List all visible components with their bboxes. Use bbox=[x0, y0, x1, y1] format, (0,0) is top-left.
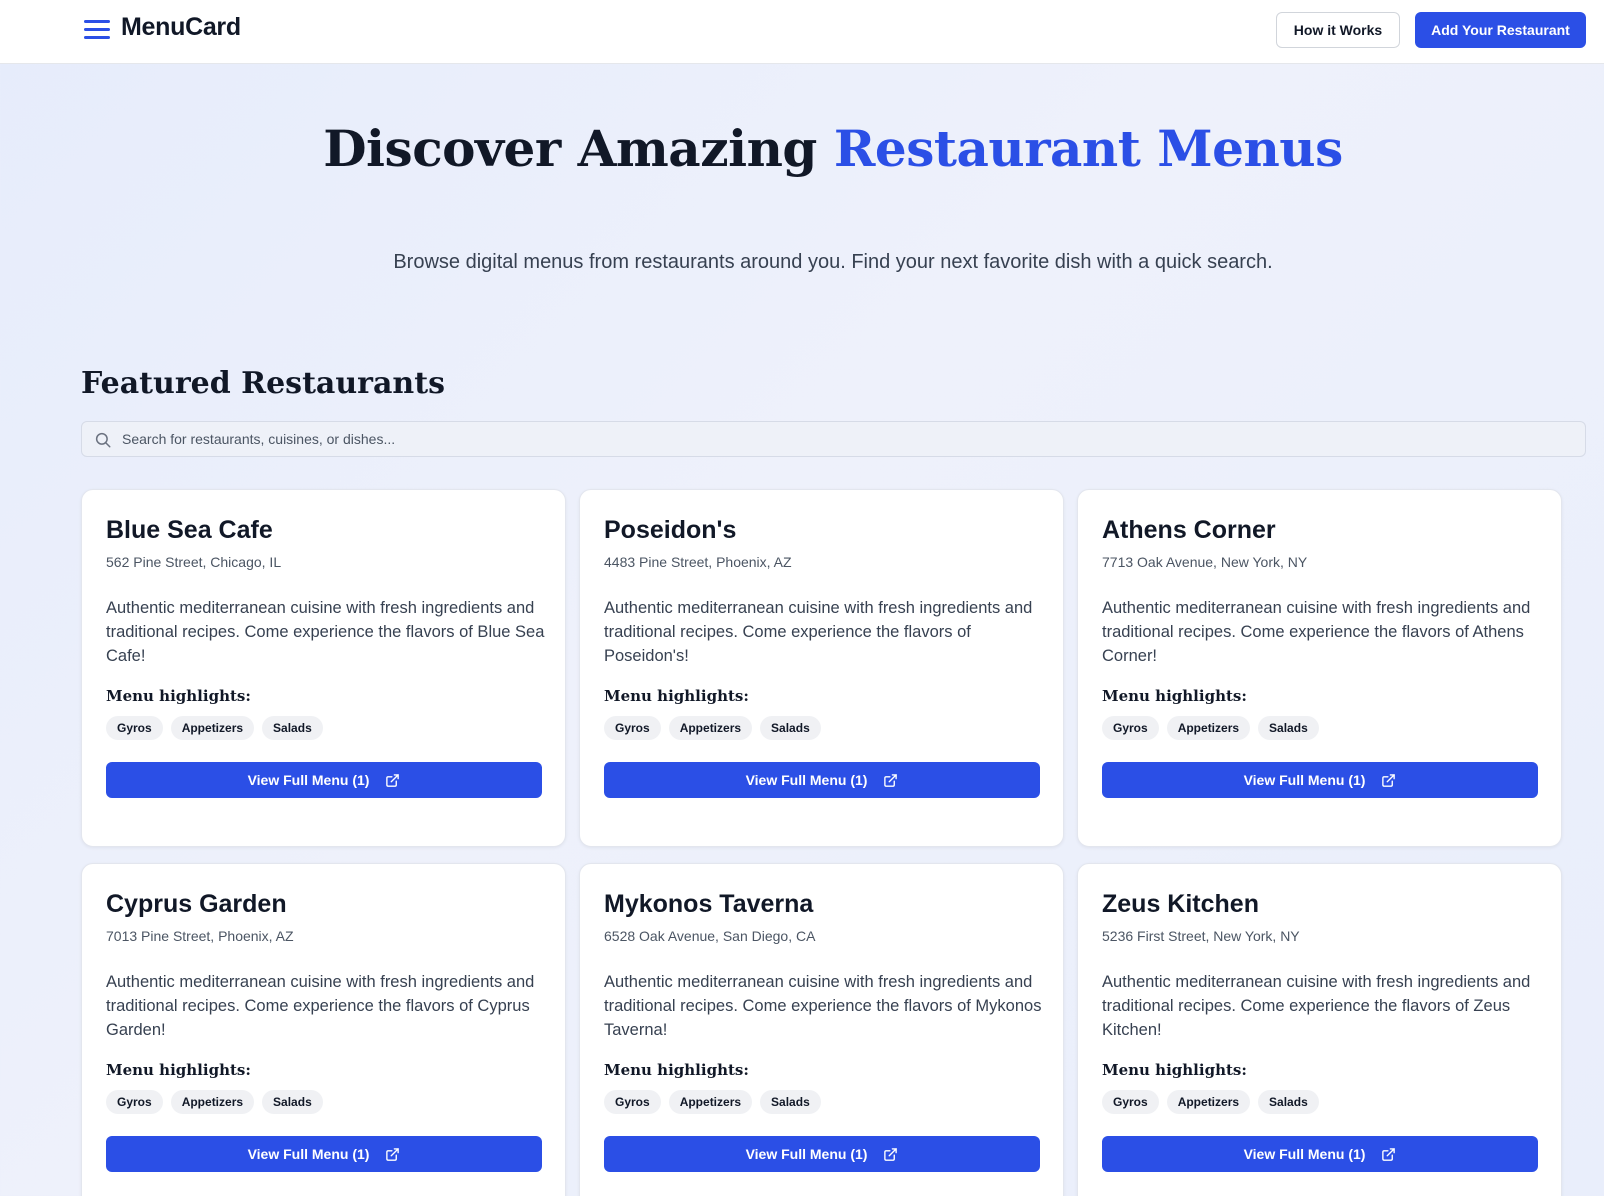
restaurant-card: Zeus Kitchen 5236 First Street, New York… bbox=[1077, 863, 1562, 1196]
view-full-menu-button[interactable]: View Full Menu (1) bbox=[1102, 762, 1538, 798]
highlight-chip: Salads bbox=[262, 1090, 323, 1114]
hamburger-menu-icon[interactable] bbox=[84, 19, 110, 41]
hero-title: Discover Amazing Restaurant Menus bbox=[300, 124, 1366, 174]
menu-highlights: Gyros Appetizers Salads bbox=[106, 716, 323, 740]
brand-logo[interactable]: MenuCard bbox=[121, 13, 241, 42]
restaurant-address: 6528 Oak Avenue, San Diego, CA bbox=[604, 928, 816, 944]
restaurant-description: Authentic mediterranean cuisine with fre… bbox=[1102, 599, 1531, 665]
highlight-chip: Gyros bbox=[1102, 716, 1159, 740]
menu-highlights-label: Menu highlights: bbox=[604, 687, 749, 705]
restaurant-name[interactable]: Mykonos Taverna bbox=[604, 890, 813, 919]
highlight-chip: Appetizers bbox=[1166, 1090, 1251, 1114]
highlight-chip: Appetizers bbox=[170, 716, 255, 740]
restaurant-name[interactable]: Blue Sea Cafe bbox=[106, 516, 273, 545]
restaurant-card: Mykonos Taverna 6528 Oak Avenue, San Die… bbox=[579, 863, 1064, 1196]
menu-highlights: Gyros Appetizers Salads bbox=[1102, 1090, 1319, 1114]
menu-highlights: Gyros Appetizers Salads bbox=[604, 1090, 821, 1114]
external-link-icon bbox=[1382, 1147, 1396, 1161]
view-full-menu-button[interactable]: View Full Menu (1) bbox=[106, 1136, 542, 1172]
restaurant-name[interactable]: Cyprus Garden bbox=[106, 890, 287, 919]
view-full-menu-button[interactable]: View Full Menu (1) bbox=[106, 762, 542, 798]
restaurant-address: 562 Pine Street, Chicago, IL bbox=[106, 554, 282, 570]
restaurant-description: Authentic mediterranean cuisine with fre… bbox=[604, 973, 1042, 1039]
restaurant-address: 7013 Pine Street, Phoenix, AZ bbox=[106, 928, 294, 944]
highlight-chip: Salads bbox=[760, 1090, 821, 1114]
highlight-chip: Gyros bbox=[604, 1090, 661, 1114]
search-icon bbox=[95, 432, 111, 448]
highlight-chip: Appetizers bbox=[668, 716, 753, 740]
external-link-icon bbox=[386, 773, 400, 787]
external-link-icon bbox=[884, 1147, 898, 1161]
search-input[interactable] bbox=[122, 422, 1572, 456]
highlight-chip: Appetizers bbox=[1166, 716, 1251, 740]
menu-highlights-label: Menu highlights: bbox=[106, 1061, 251, 1079]
view-full-menu-label: View Full Menu (1) bbox=[1243, 772, 1366, 788]
restaurant-card: Cyprus Garden 7013 Pine Street, Phoenix,… bbox=[81, 863, 566, 1196]
view-full-menu-button[interactable]: View Full Menu (1) bbox=[604, 1136, 1040, 1172]
restaurant-address: 7713 Oak Avenue, New York, NY bbox=[1102, 554, 1308, 570]
view-full-menu-button[interactable]: View Full Menu (1) bbox=[604, 762, 1040, 798]
hero-title-main: Discover Amazing bbox=[323, 119, 817, 178]
menu-highlights-label: Menu highlights: bbox=[106, 687, 251, 705]
menu-highlights-label: Menu highlights: bbox=[1102, 1061, 1247, 1079]
restaurant-name[interactable]: Zeus Kitchen bbox=[1102, 890, 1259, 919]
highlight-chip: Salads bbox=[1258, 716, 1319, 740]
top-navbar: MenuCard How it Works Add Your Restauran… bbox=[0, 0, 1604, 64]
restaurant-name[interactable]: Athens Corner bbox=[1102, 516, 1276, 545]
featured-title: Featured Restaurants bbox=[81, 366, 445, 401]
add-restaurant-button[interactable]: Add Your Restaurant bbox=[1415, 12, 1586, 48]
view-full-menu-label: View Full Menu (1) bbox=[247, 1146, 370, 1162]
view-full-menu-label: View Full Menu (1) bbox=[745, 772, 868, 788]
hero-subtitle: Browse digital menus from restaurants ar… bbox=[393, 251, 1273, 273]
restaurant-description: Authentic mediterranean cuisine with fre… bbox=[1102, 973, 1531, 1039]
highlight-chip: Salads bbox=[760, 716, 821, 740]
highlight-chip: Salads bbox=[262, 716, 323, 740]
external-link-icon bbox=[884, 773, 898, 787]
highlight-chip: Gyros bbox=[604, 716, 661, 740]
restaurant-card: Blue Sea Cafe 562 Pine Street, Chicago, … bbox=[81, 489, 566, 847]
view-full-menu-label: View Full Menu (1) bbox=[247, 772, 370, 788]
view-full-menu-label: View Full Menu (1) bbox=[1243, 1146, 1366, 1162]
restaurant-card: Athens Corner 7713 Oak Avenue, New York,… bbox=[1077, 489, 1562, 847]
view-full-menu-button[interactable]: View Full Menu (1) bbox=[1102, 1136, 1538, 1172]
highlight-chip: Gyros bbox=[106, 716, 163, 740]
menu-highlights: Gyros Appetizers Salads bbox=[106, 1090, 323, 1114]
restaurant-card: Poseidon's 4483 Pine Street, Phoenix, AZ… bbox=[579, 489, 1064, 847]
restaurant-name[interactable]: Poseidon's bbox=[604, 516, 736, 545]
menu-highlights-label: Menu highlights: bbox=[1102, 687, 1247, 705]
view-full-menu-label: View Full Menu (1) bbox=[745, 1146, 868, 1162]
menu-highlights: Gyros Appetizers Salads bbox=[1102, 716, 1319, 740]
highlight-chip: Gyros bbox=[1102, 1090, 1159, 1114]
restaurant-description: Authentic mediterranean cuisine with fre… bbox=[106, 973, 535, 1039]
menu-highlights-label: Menu highlights: bbox=[604, 1061, 749, 1079]
restaurant-description: Authentic mediterranean cuisine with fre… bbox=[106, 599, 545, 665]
highlight-chip: Appetizers bbox=[170, 1090, 255, 1114]
highlight-chip: Salads bbox=[1258, 1090, 1319, 1114]
external-link-icon bbox=[1382, 773, 1396, 787]
highlight-chip: Gyros bbox=[106, 1090, 163, 1114]
how-it-works-button[interactable]: How it Works bbox=[1276, 12, 1400, 48]
hero-title-accent: Restaurant Menus bbox=[833, 119, 1343, 178]
highlight-chip: Appetizers bbox=[668, 1090, 753, 1114]
restaurant-description: Authentic mediterranean cuisine with fre… bbox=[604, 599, 1033, 665]
restaurant-address: 4483 Pine Street, Phoenix, AZ bbox=[604, 554, 792, 570]
external-link-icon bbox=[386, 1147, 400, 1161]
restaurant-address: 5236 First Street, New York, NY bbox=[1102, 928, 1300, 944]
menu-highlights: Gyros Appetizers Salads bbox=[604, 716, 821, 740]
search-bar bbox=[81, 421, 1586, 457]
